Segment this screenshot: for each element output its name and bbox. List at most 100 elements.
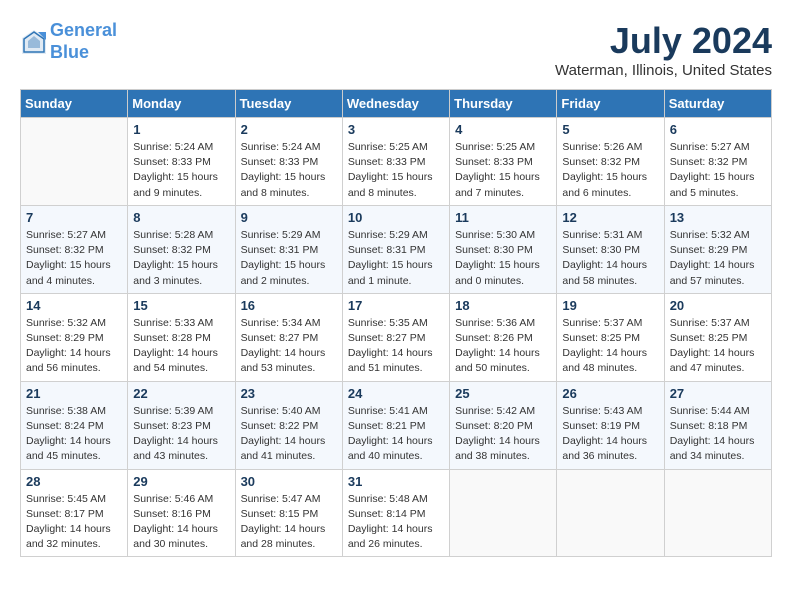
logo-icon xyxy=(20,28,48,56)
day-number: 15 xyxy=(133,298,229,313)
title-block: July 2024 Waterman, Illinois, United Sta… xyxy=(555,20,772,79)
calendar-cell: 20Sunrise: 5:37 AM Sunset: 8:25 PM Dayli… xyxy=(664,293,771,381)
day-number: 2 xyxy=(241,122,337,137)
calendar-cell: 8 Sunrise: 5:28 AM Sunset: 8:32 PM Daylig… xyxy=(128,205,235,293)
day-number: 7 xyxy=(26,210,122,225)
weekday-header-saturday: Saturday xyxy=(664,90,771,118)
calendar-cell: 15 Sunrise: 5:33 AM Sunset: 8:28 PM Dayli… xyxy=(128,293,235,381)
week-row-5: 28 Sunrise: 5:45 AM Sunset: 8:17 PM Dayli… xyxy=(21,469,772,557)
day-number: 16 xyxy=(241,298,337,313)
day-number: 3 xyxy=(348,122,444,137)
week-row-3: 14Sunrise: 5:32 AM Sunset: 8:29 PM Dayli… xyxy=(21,293,772,381)
calendar-cell: 1 Sunrise: 5:24 AM Sunset: 8:33 PM Daylig… xyxy=(128,118,235,206)
day-info: Sunrise: 5:45 AM Sunset: 8:17 PM Dayligh… xyxy=(26,492,122,553)
day-info: Sunrise: 5:42 AM Sunset: 8:20 PM Dayligh… xyxy=(455,404,551,465)
day-number: 22 xyxy=(133,386,229,401)
day-number: 11 xyxy=(455,210,551,225)
calendar-cell: 13 Sunrise: 5:32 AM Sunset: 8:29 PM Dayli… xyxy=(664,205,771,293)
calendar-cell: 11 Sunrise: 5:30 AM Sunset: 8:30 PM Dayli… xyxy=(450,205,557,293)
day-info: Sunrise: 5:27 AM Sunset: 8:32 PM Dayligh… xyxy=(670,140,766,201)
weekday-header-tuesday: Tuesday xyxy=(235,90,342,118)
day-info: Sunrise: 5:44 AM Sunset: 8:18 PM Dayligh… xyxy=(670,404,766,465)
calendar-cell: 22 Sunrise: 5:39 AM Sunset: 8:23 PM Dayli… xyxy=(128,381,235,469)
calendar-cell: 7 Sunrise: 5:27 AM Sunset: 8:32 PM Daylig… xyxy=(21,205,128,293)
day-info: Sunrise: 5:25 AM Sunset: 8:33 PM Dayligh… xyxy=(455,140,551,201)
calendar-cell: 28 Sunrise: 5:45 AM Sunset: 8:17 PM Dayli… xyxy=(21,469,128,557)
week-row-2: 7 Sunrise: 5:27 AM Sunset: 8:32 PM Daylig… xyxy=(21,205,772,293)
day-info: Sunrise: 5:46 AM Sunset: 8:16 PM Dayligh… xyxy=(133,492,229,553)
day-number: 13 xyxy=(670,210,766,225)
day-info: Sunrise: 5:27 AM Sunset: 8:32 PM Dayligh… xyxy=(26,228,122,289)
calendar-cell: 4 Sunrise: 5:25 AM Sunset: 8:33 PM Daylig… xyxy=(450,118,557,206)
calendar-cell: 2 Sunrise: 5:24 AM Sunset: 8:33 PM Daylig… xyxy=(235,118,342,206)
calendar-cell: 6 Sunrise: 5:27 AM Sunset: 8:32 PM Daylig… xyxy=(664,118,771,206)
day-info: Sunrise: 5:32 AM Sunset: 8:29 PM Dayligh… xyxy=(670,228,766,289)
calendar-table: SundayMondayTuesdayWednesdayThursdayFrid… xyxy=(20,89,772,557)
logo-blue: Blue xyxy=(50,42,89,62)
day-number: 20 xyxy=(670,298,766,313)
day-number: 8 xyxy=(133,210,229,225)
day-number: 10 xyxy=(348,210,444,225)
day-info: Sunrise: 5:24 AM Sunset: 8:33 PM Dayligh… xyxy=(241,140,337,201)
location-title: Waterman, Illinois, United States xyxy=(555,62,772,79)
calendar-cell: 23Sunrise: 5:40 AM Sunset: 8:22 PM Dayli… xyxy=(235,381,342,469)
day-number: 6 xyxy=(670,122,766,137)
day-info: Sunrise: 5:29 AM Sunset: 8:31 PM Dayligh… xyxy=(241,228,337,289)
calendar-cell xyxy=(664,469,771,557)
calendar-cell xyxy=(557,469,664,557)
calendar-cell: 5 Sunrise: 5:26 AM Sunset: 8:32 PM Daylig… xyxy=(557,118,664,206)
calendar-cell xyxy=(21,118,128,206)
calendar-cell: 21 Sunrise: 5:38 AM Sunset: 8:24 PM Dayli… xyxy=(21,381,128,469)
day-info: Sunrise: 5:26 AM Sunset: 8:32 PM Dayligh… xyxy=(562,140,658,201)
month-title: July 2024 xyxy=(555,20,772,62)
day-number: 29 xyxy=(133,474,229,489)
weekday-header-thursday: Thursday xyxy=(450,90,557,118)
day-number: 26 xyxy=(562,386,658,401)
calendar-cell: 24Sunrise: 5:41 AM Sunset: 8:21 PM Dayli… xyxy=(342,381,449,469)
calendar-cell: 12Sunrise: 5:31 AM Sunset: 8:30 PM Dayli… xyxy=(557,205,664,293)
day-info: Sunrise: 5:43 AM Sunset: 8:19 PM Dayligh… xyxy=(562,404,658,465)
day-number: 23 xyxy=(241,386,337,401)
calendar-cell: 27 Sunrise: 5:44 AM Sunset: 8:18 PM Dayli… xyxy=(664,381,771,469)
day-number: 5 xyxy=(562,122,658,137)
week-row-4: 21 Sunrise: 5:38 AM Sunset: 8:24 PM Dayli… xyxy=(21,381,772,469)
day-info: Sunrise: 5:29 AM Sunset: 8:31 PM Dayligh… xyxy=(348,228,444,289)
day-info: Sunrise: 5:39 AM Sunset: 8:23 PM Dayligh… xyxy=(133,404,229,465)
day-number: 27 xyxy=(670,386,766,401)
calendar-cell: 19Sunrise: 5:37 AM Sunset: 8:25 PM Dayli… xyxy=(557,293,664,381)
calendar-cell xyxy=(450,469,557,557)
day-info: Sunrise: 5:25 AM Sunset: 8:33 PM Dayligh… xyxy=(348,140,444,201)
weekday-header-monday: Monday xyxy=(128,90,235,118)
calendar-cell: 14Sunrise: 5:32 AM Sunset: 8:29 PM Dayli… xyxy=(21,293,128,381)
day-info: Sunrise: 5:47 AM Sunset: 8:15 PM Dayligh… xyxy=(241,492,337,553)
day-number: 1 xyxy=(133,122,229,137)
calendar-cell: 30 Sunrise: 5:47 AM Sunset: 8:15 PM Dayli… xyxy=(235,469,342,557)
logo-text: General Blue xyxy=(50,20,117,63)
day-number: 28 xyxy=(26,474,122,489)
day-info: Sunrise: 5:33 AM Sunset: 8:28 PM Dayligh… xyxy=(133,316,229,377)
day-info: Sunrise: 5:28 AM Sunset: 8:32 PM Dayligh… xyxy=(133,228,229,289)
day-number: 21 xyxy=(26,386,122,401)
day-number: 31 xyxy=(348,474,444,489)
calendar-cell: 17Sunrise: 5:35 AM Sunset: 8:27 PM Dayli… xyxy=(342,293,449,381)
day-info: Sunrise: 5:38 AM Sunset: 8:24 PM Dayligh… xyxy=(26,404,122,465)
weekday-header-row: SundayMondayTuesdayWednesdayThursdayFrid… xyxy=(21,90,772,118)
week-row-1: 1 Sunrise: 5:24 AM Sunset: 8:33 PM Daylig… xyxy=(21,118,772,206)
day-number: 30 xyxy=(241,474,337,489)
day-info: Sunrise: 5:30 AM Sunset: 8:30 PM Dayligh… xyxy=(455,228,551,289)
day-info: Sunrise: 5:24 AM Sunset: 8:33 PM Dayligh… xyxy=(133,140,229,201)
calendar-cell: 9Sunrise: 5:29 AM Sunset: 8:31 PM Daylig… xyxy=(235,205,342,293)
weekday-header-wednesday: Wednesday xyxy=(342,90,449,118)
day-number: 4 xyxy=(455,122,551,137)
weekday-header-friday: Friday xyxy=(557,90,664,118)
logo: General Blue xyxy=(20,20,117,63)
day-info: Sunrise: 5:48 AM Sunset: 8:14 PM Dayligh… xyxy=(348,492,444,553)
day-number: 17 xyxy=(348,298,444,313)
calendar-cell: 25Sunrise: 5:42 AM Sunset: 8:20 PM Dayli… xyxy=(450,381,557,469)
day-number: 19 xyxy=(562,298,658,313)
day-info: Sunrise: 5:34 AM Sunset: 8:27 PM Dayligh… xyxy=(241,316,337,377)
day-info: Sunrise: 5:41 AM Sunset: 8:21 PM Dayligh… xyxy=(348,404,444,465)
day-number: 12 xyxy=(562,210,658,225)
day-info: Sunrise: 5:36 AM Sunset: 8:26 PM Dayligh… xyxy=(455,316,551,377)
page-header: General Blue July 2024 Waterman, Illinoi… xyxy=(20,20,772,79)
